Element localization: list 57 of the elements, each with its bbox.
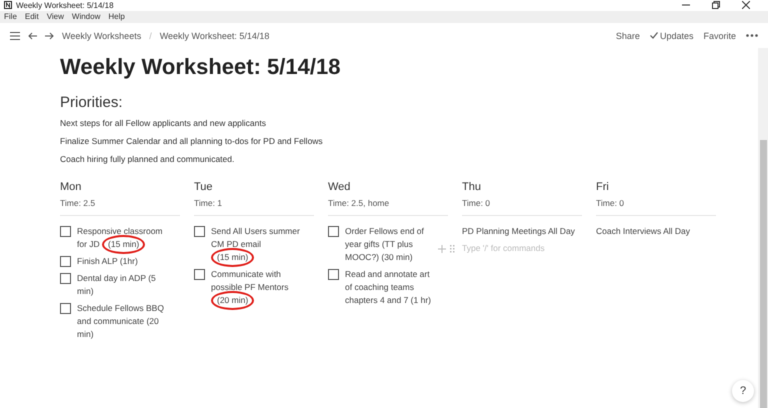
todo-text: Communicate with possible PF Mentors (20 min) [211,268,303,307]
more-icon[interactable] [746,34,758,38]
window-title: Weekly Worksheet: 5/14/18 [16,0,114,10]
checkbox[interactable] [328,269,339,280]
section-heading: Priorities: [60,94,124,111]
check-icon [650,32,658,40]
checkbox[interactable] [60,256,71,267]
header-action[interactable]: Share [616,30,640,41]
forward-arrow-icon[interactable] [45,32,54,40]
menu-item[interactable]: Edit [24,12,39,22]
menu-item[interactable]: View [46,12,64,22]
todo-text: Schedule Fellows BBQ and communicate (20 min) [77,302,165,341]
page-title: Weekly Worksheet: 5/14/18 [60,54,342,80]
todo-text: Dental day in ADP (5 min) [77,272,157,298]
checkbox[interactable] [328,226,339,237]
time-label: Time: 2.5 [60,198,180,216]
todo-text: Send All Users summer CM PD email (15 min) [211,225,303,264]
priority-line: Finalize Summer Calendar and all planning to-dos for PD and Fellows [60,135,324,147]
day-heading: Fri [596,181,610,193]
close-icon[interactable] [742,1,750,10]
scrollbar[interactable] [758,48,768,408]
todo-text: Read and annotate art of coaching teams chapters 4 and 7 (1 hr) [345,268,432,307]
time-label: Time: 1 [194,198,314,216]
day-heading: Thu [462,181,482,193]
day-heading: Tue [194,181,214,193]
block-text: Coach Interviews All Day [596,225,690,238]
checkbox[interactable] [60,226,71,237]
menu-item[interactable]: Help [108,12,125,22]
time-label: Time: 0 [462,198,582,216]
header-action[interactable]: Favorite [703,30,736,41]
breadcrumb-link[interactable]: Weekly Worksheet: 5/14/18 [160,30,270,41]
todo-text: Responsive classroom for JD (15 min) [77,225,169,251]
minimize-icon[interactable] [682,4,690,6]
priority-line: Coach hiring fully planned and communicated. [60,153,236,165]
checkbox[interactable] [60,303,71,314]
priority-line: Next steps for all Fellow applicants and new applicants [60,117,267,129]
checkbox[interactable] [194,226,205,237]
day-heading: Mon [60,181,82,193]
drag-handle-icon[interactable] [450,245,455,253]
time-label: Time: 0 [596,198,716,216]
back-arrow-icon[interactable] [28,32,37,40]
breadcrumb-separator: / [149,30,152,41]
help-button[interactable]: ? [732,380,754,402]
checkbox[interactable] [194,269,205,280]
day-heading: Wed [328,181,352,193]
app-logo-icon [4,1,12,10]
todo-text: Order Fellows end of year gifts (TT plus MOOC?) (30 min) [345,225,425,264]
restore-icon[interactable] [712,1,720,10]
menu-icon[interactable] [10,32,20,40]
header-action[interactable]: Updates [650,30,694,41]
breadcrumb-link[interactable]: Weekly Worksheets [62,30,142,41]
checkbox[interactable] [60,273,71,284]
todo-text: Finish ALP (1hr) [77,255,139,268]
time-label: Time: 2.5, home [328,198,448,216]
menu-item[interactable]: File [4,12,17,22]
block-text: PD Planning Meetings All Day [462,225,575,238]
menu-item[interactable]: Window [72,12,100,22]
